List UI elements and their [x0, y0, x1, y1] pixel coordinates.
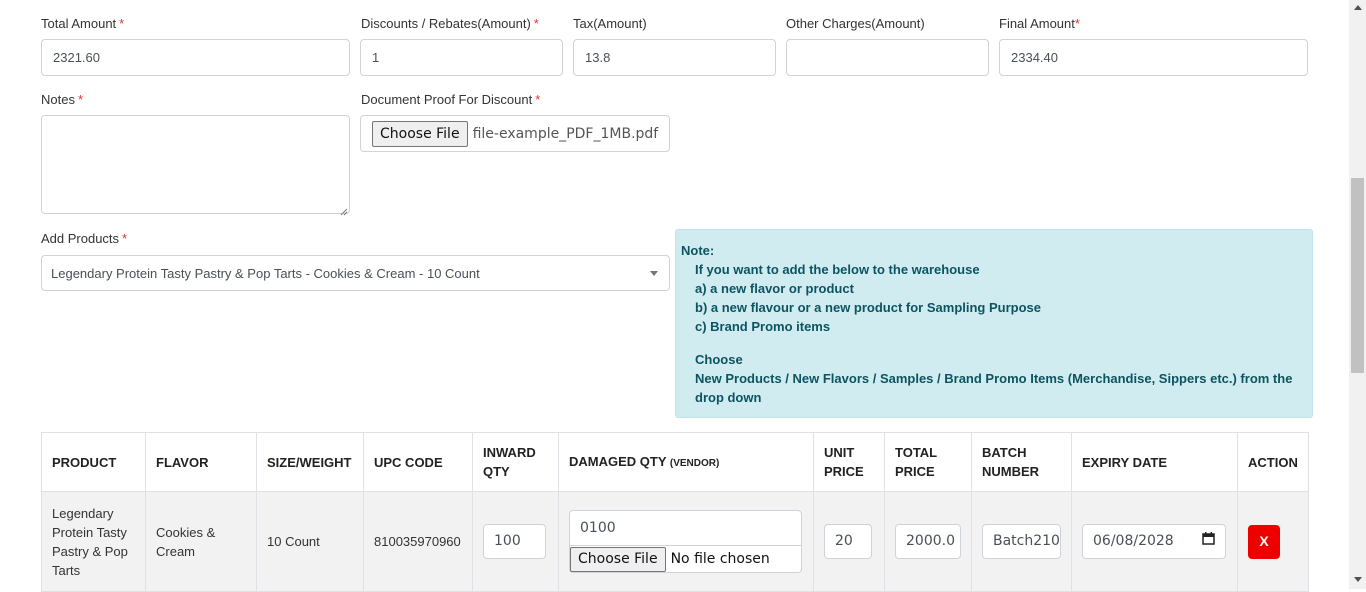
cell-inward-qty: 100	[472, 491, 559, 592]
choose-file-button[interactable]: Choose File	[372, 120, 468, 147]
other-charges-input[interactable]	[786, 39, 989, 76]
header-upc: UPC CODE	[363, 432, 473, 492]
add-products-label: Add Products *	[41, 231, 128, 246]
note-item: c) Brand Promo items	[695, 319, 831, 334]
cell-flavor: Cookies & Cream	[145, 491, 257, 592]
header-flavor: FLAVOR	[145, 432, 257, 492]
add-products-selected-value: Legendary Protein Tasty Pastry & Pop Tar…	[51, 265, 480, 281]
damaged-qty-file-input[interactable]: Choose File No file chosen	[569, 546, 802, 573]
cell-action: X	[1237, 491, 1309, 592]
header-batch: BATCH NUMBER	[971, 432, 1072, 492]
cell-size: 10 Count	[256, 491, 364, 592]
cell-product: Legendary Protein Tasty Pastry & Pop Tar…	[41, 491, 146, 592]
cell-total-price: 2000.0	[884, 491, 972, 592]
other-charges-label: Other Charges(Amount)	[786, 16, 925, 31]
note-intro: If you want to add the below to the ware…	[695, 262, 980, 277]
header-unit-price: UNIT PRICE	[813, 432, 885, 492]
batch-number-input[interactable]: Batch210	[982, 524, 1061, 559]
cell-expiry: 06/08/2028	[1071, 491, 1238, 592]
delete-row-button[interactable]: X	[1248, 524, 1280, 559]
warehouse-note: Note: If you want to add the below to th…	[675, 229, 1313, 418]
discounts-input[interactable]: 1	[360, 39, 563, 76]
unit-price-input[interactable]: 20	[824, 524, 872, 559]
header-size: SIZE/WEIGHT	[256, 432, 364, 492]
tax-label: Tax(Amount)	[573, 16, 647, 31]
add-products-select[interactable]: Legendary Protein Tasty Pastry & Pop Tar…	[41, 255, 670, 291]
selected-file-name: file-example_PDF_1MB.pdf	[472, 125, 659, 142]
note-title: Note:	[681, 243, 715, 258]
cell-batch: Batch210	[971, 491, 1072, 592]
chevron-down-icon	[650, 271, 658, 276]
cell-damaged-qty: 0100 Choose File No file chosen	[558, 491, 814, 592]
total-amount-label: Total Amount *	[41, 16, 125, 31]
header-action: ACTION	[1237, 432, 1309, 492]
header-total-price: TOTAL PRICE	[884, 432, 972, 492]
no-file-text: No file chosen	[670, 550, 770, 567]
header-expiry: EXPIRY DATE	[1071, 432, 1238, 492]
final-amount-input[interactable]: 2334.40	[999, 39, 1308, 76]
table-row: Legendary Protein Tasty Pastry & Pop Tar…	[41, 491, 1309, 592]
notes-label: Notes *	[41, 92, 84, 107]
cell-upc: 810035970960	[363, 491, 473, 592]
document-proof-label: Document Proof For Discount *	[361, 92, 541, 107]
header-damaged-qty: DAMAGED QTY (VENDOR)	[558, 432, 814, 492]
damaged-qty-input[interactable]: 0100	[569, 510, 802, 546]
notes-textarea[interactable]	[41, 115, 350, 214]
tax-input[interactable]: 13.8	[573, 39, 776, 76]
products-table: PRODUCT FLAVOR SIZE/WEIGHT UPC CODE INWA…	[41, 432, 1309, 592]
calendar-icon[interactable]	[1202, 532, 1215, 551]
table-header-row: PRODUCT FLAVOR SIZE/WEIGHT UPC CODE INWA…	[41, 432, 1309, 492]
note-item: b) a new flavour or a new product for Sa…	[695, 300, 1041, 315]
discounts-label: Discounts / Rebates(Amount) *	[361, 16, 539, 31]
total-amount-input[interactable]: 2321.60	[41, 39, 350, 76]
header-inward-qty: INWARD QTY	[472, 432, 559, 492]
scroll-down-icon[interactable]	[1354, 577, 1362, 582]
choose-file-button[interactable]: Choose File	[570, 546, 666, 572]
document-proof-file-input[interactable]: Choose File file-example_PDF_1MB.pdf	[360, 115, 670, 152]
scrollbar-thumb[interactable]	[1351, 178, 1364, 373]
cell-unit-price: 20	[813, 491, 885, 592]
total-price-input[interactable]: 2000.0	[895, 524, 961, 559]
scroll-up-icon[interactable]	[1354, 5, 1362, 10]
note-item: a) a new flavor or product	[695, 281, 854, 296]
expiry-date-value: 06/08/2028	[1093, 533, 1174, 549]
note-choose-text: New Products / New Flavors / Samples / B…	[695, 371, 1293, 405]
header-product: PRODUCT	[41, 432, 146, 492]
inward-qty-input[interactable]: 100	[483, 524, 546, 559]
vertical-scrollbar[interactable]	[1349, 0, 1366, 589]
note-choose-title: Choose	[695, 352, 743, 367]
final-amount-label: Final Amount*	[999, 16, 1080, 31]
resize-handle-icon[interactable]	[340, 204, 348, 216]
expiry-date-input[interactable]: 06/08/2028	[1082, 524, 1226, 559]
